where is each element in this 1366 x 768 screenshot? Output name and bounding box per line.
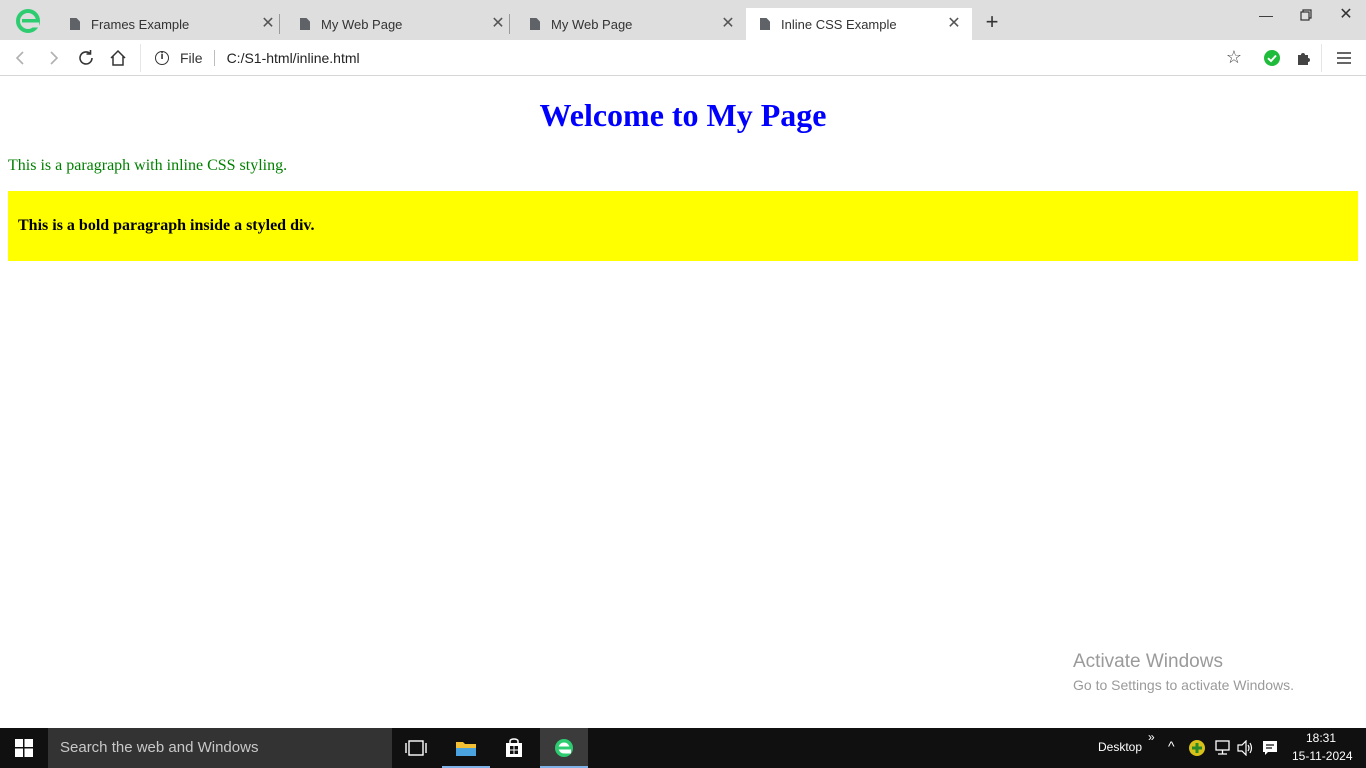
activate-windows-watermark: Activate Windows Go to Settings to activ…	[1073, 651, 1294, 693]
menu-button[interactable]	[1332, 46, 1356, 70]
desktop-toolbar-label[interactable]: Desktop	[1098, 740, 1142, 754]
close-icon[interactable]: ✕	[488, 14, 508, 34]
close-window-button[interactable]: ✕	[1326, 4, 1366, 26]
browser-taskbar-button[interactable]	[540, 728, 588, 768]
green-check-icon	[1264, 50, 1280, 66]
address-bar[interactable]: i File C:/S1-html/inline.html	[140, 44, 1322, 72]
file-explorer-button[interactable]	[442, 728, 490, 768]
browser-toolbar: i File C:/S1-html/inline.html ☆	[0, 40, 1366, 76]
tab-label: Frames Example	[91, 16, 190, 32]
forward-arrow-icon	[50, 51, 59, 65]
minimize-button[interactable]: —	[1246, 4, 1286, 26]
task-view-button[interactable]	[392, 728, 440, 768]
clock-date[interactable]: 15-11-2024	[1292, 749, 1353, 763]
info-icon[interactable]: i	[155, 51, 169, 65]
tab-separator	[279, 14, 280, 34]
windows-logo-icon	[15, 739, 33, 757]
tray-app-icon[interactable]	[1188, 739, 1206, 757]
close-icon[interactable]: ✕	[258, 14, 278, 34]
tab-label: Inline CSS Example	[781, 16, 897, 32]
browser-logo-icon	[16, 9, 40, 33]
tab-label: My Web Page	[321, 16, 403, 32]
tab-strip: Frames Example ✕ My Web Page ✕ My Web Pa…	[0, 0, 1366, 40]
reload-icon	[79, 50, 93, 65]
tab-frames-example[interactable]: Frames Example ✕	[56, 8, 286, 40]
document-icon	[530, 18, 540, 30]
browser-logo-icon	[555, 739, 573, 757]
styled-div: This is a bold paragraph inside a styled…	[8, 191, 1358, 261]
home-button[interactable]	[106, 46, 130, 70]
bold-paragraph: This is a bold paragraph inside a styled…	[18, 217, 315, 234]
tab-label: My Web Page	[551, 16, 633, 32]
scheme-label: File	[180, 50, 215, 66]
extension-check-button[interactable]	[1260, 46, 1284, 70]
clock-time[interactable]: 18:31	[1306, 731, 1336, 745]
tab-inline-css-example[interactable]: Inline CSS Example ✕	[746, 8, 972, 40]
page-content: Welcome to My Page This is a paragraph w…	[0, 77, 1366, 728]
taskbar-search-box[interactable]: Search the web and Windows	[48, 728, 392, 768]
document-icon	[70, 18, 80, 30]
volume-icon[interactable]	[1237, 740, 1255, 756]
restore-icon	[1300, 9, 1312, 21]
taskbar: Search the web and Windows Desktop » ^ 1…	[0, 728, 1366, 768]
extensions-button[interactable]	[1292, 46, 1316, 70]
hamburger-menu-icon	[1337, 52, 1351, 64]
document-icon	[760, 18, 770, 30]
close-icon[interactable]: ✕	[944, 14, 964, 34]
start-button[interactable]	[0, 728, 48, 768]
styled-paragraph: This is a paragraph with inline CSS styl…	[8, 157, 288, 174]
folder-icon	[456, 742, 476, 756]
watermark-subtitle: Go to Settings to activate Windows.	[1073, 677, 1294, 693]
chevron-double-right-icon[interactable]: »	[1148, 730, 1155, 744]
forward-button[interactable]	[42, 46, 66, 70]
url-text[interactable]: C:/S1-html/inline.html	[227, 50, 360, 66]
action-center-icon[interactable]	[1262, 740, 1278, 756]
tab-my-web-page-2[interactable]: My Web Page ✕	[516, 8, 746, 40]
reload-button[interactable]	[74, 46, 98, 70]
tab-separator	[509, 14, 510, 34]
show-hidden-icons-button[interactable]: ^	[1168, 738, 1175, 754]
tab-my-web-page-1[interactable]: My Web Page ✕	[286, 8, 516, 40]
task-view-icon	[405, 740, 427, 756]
new-tab-button[interactable]: +	[981, 11, 1003, 34]
bookmark-star-icon[interactable]: ☆	[1226, 47, 1242, 68]
page-heading: Welcome to My Page	[539, 97, 827, 133]
back-arrow-icon	[15, 51, 24, 65]
store-button[interactable]	[490, 728, 538, 768]
home-icon	[110, 49, 126, 66]
document-icon	[300, 18, 310, 30]
back-button[interactable]	[8, 46, 32, 70]
puzzle-icon	[1298, 53, 1310, 65]
network-icon[interactable]	[1213, 740, 1231, 756]
restore-button[interactable]	[1286, 4, 1326, 26]
watermark-title: Activate Windows	[1073, 651, 1223, 672]
close-icon[interactable]: ✕	[718, 14, 738, 34]
store-bag-icon	[506, 738, 522, 757]
